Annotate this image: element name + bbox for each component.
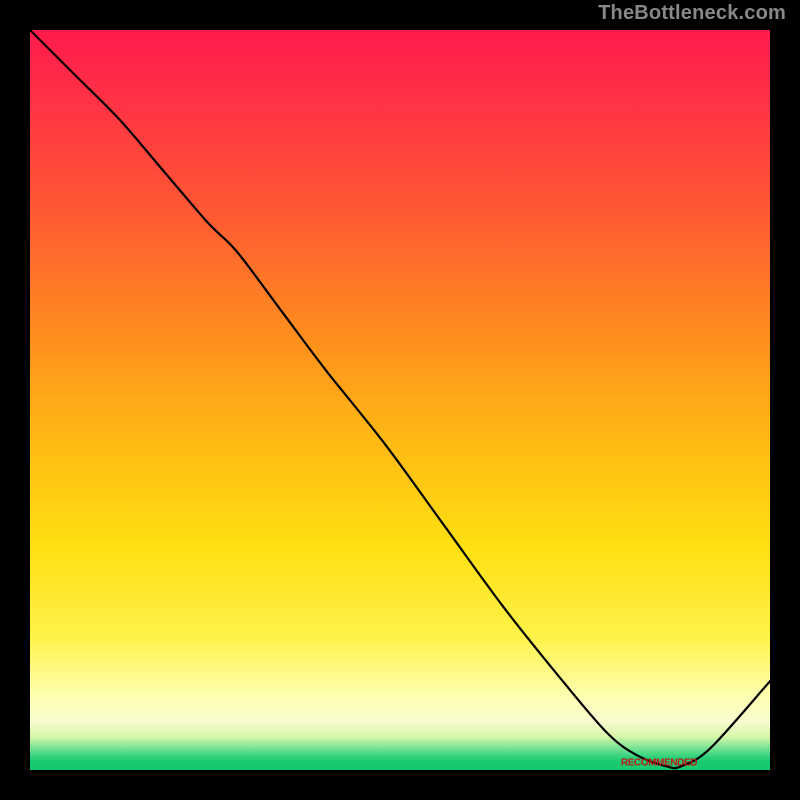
watermark-text: TheBottleneck.com [598, 2, 786, 25]
recommended-marker: RECOMMENDED [621, 757, 697, 768]
plot-area: RECOMMENDED [30, 30, 770, 770]
bottleneck-curve [30, 30, 770, 770]
chart-frame: TheBottleneck.com RECOMMENDED [0, 0, 800, 800]
